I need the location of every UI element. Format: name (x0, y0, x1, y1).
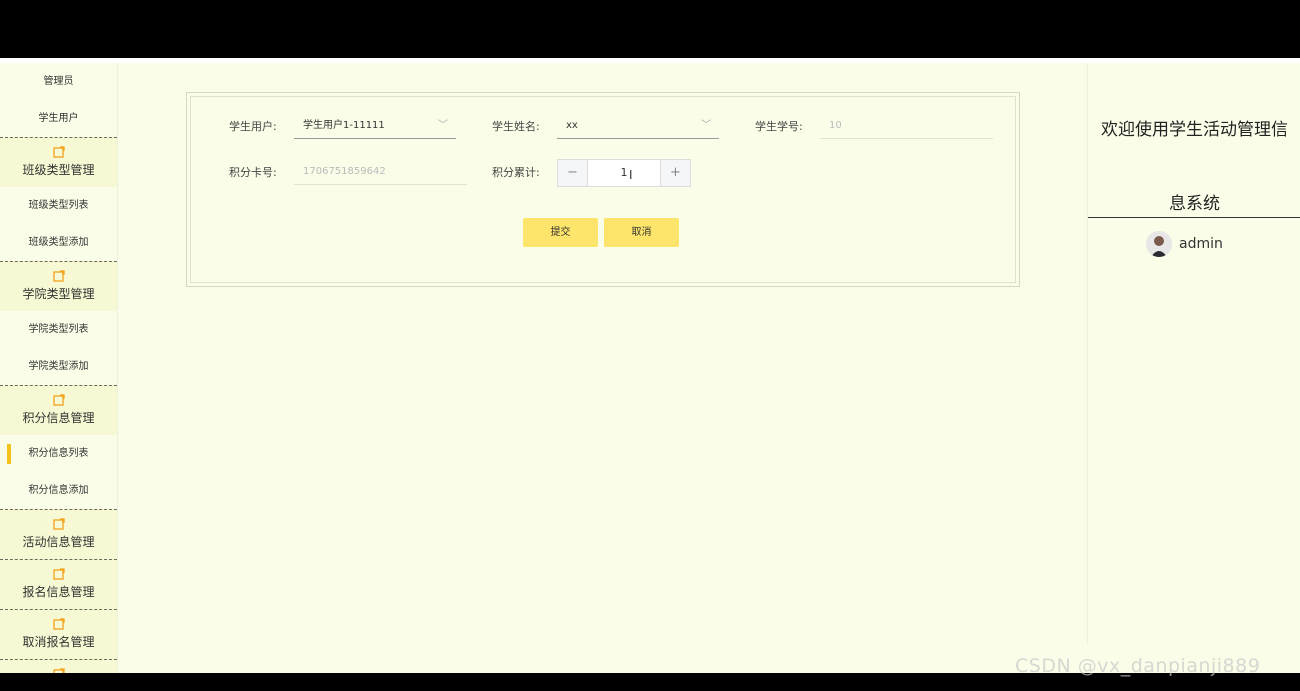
sidebar-group-signup-info[interactable]: 报名信息管理 (0, 559, 117, 609)
edit-icon (52, 394, 65, 406)
student-name-select[interactable]: xx ﹀ (557, 113, 719, 139)
sidebar-group-class-type[interactable]: 班级类型管理 (0, 137, 117, 187)
sidebar-item-points-info-add[interactable]: 积分信息添加 (0, 472, 117, 509)
card-no-label: 积分卡号: (229, 166, 277, 179)
user-avatar-icon (1146, 231, 1172, 257)
cancel-button[interactable]: 取消 (604, 218, 679, 247)
points-label: 积分累计: (492, 166, 540, 179)
text-cursor-icon: I (629, 168, 633, 182)
edit-icon (52, 270, 65, 282)
sidebar-group-label: 班级类型管理 (22, 163, 95, 177)
decrement-button[interactable]: − (558, 160, 588, 186)
edit-icon (52, 618, 65, 630)
sidebar-group-label: 积分信息管理 (22, 411, 95, 425)
avatar[interactable] (1146, 231, 1172, 257)
watermark: CSDN @vx_danpianji889 (1015, 655, 1261, 677)
student-user-value: 学生用户1-11111 (303, 120, 385, 131)
welcome-panel: 欢迎使用学生活动管理信 息系统 admin (1087, 63, 1300, 643)
card-no-value: 1706751859642 (303, 166, 386, 177)
increment-button[interactable]: + (660, 160, 690, 186)
card-no-field[interactable]: 1706751859642 (294, 159, 467, 185)
sidebar: 管理员 学生用户 班级类型管理 班级类型列表 班级类型添加 学院类型管理 学院类… (0, 63, 118, 673)
sidebar-item-college-type-add[interactable]: 学院类型添加 (0, 348, 117, 385)
sidebar-item-college-type-list[interactable]: 学院类型列表 (0, 311, 117, 348)
sidebar-item-admin[interactable]: 管理员 (0, 63, 117, 100)
submit-button[interactable]: 提交 (523, 218, 598, 247)
student-no-label: 学生学号: (755, 120, 803, 133)
sidebar-group-label: 报名信息管理 (22, 585, 95, 599)
sidebar-item-points-info-list[interactable]: 积分信息列表 (0, 435, 117, 472)
sidebar-item-class-type-list[interactable]: 班级类型列表 (0, 187, 117, 224)
screen-top-bar (0, 0, 1300, 58)
sidebar-group-cancel-signup[interactable]: 取消报名管理 (0, 609, 117, 659)
sidebar-group-label: 取消报名管理 (22, 635, 95, 649)
edit-icon (52, 568, 65, 580)
student-user-select[interactable]: 学生用户1-11111 ﹀ (294, 113, 456, 139)
chevron-down-icon: ﹀ (701, 120, 711, 131)
sidebar-group-label: 学院类型管理 (22, 287, 95, 301)
sidebar-group-more[interactable] (0, 659, 117, 673)
username[interactable]: admin (1179, 236, 1223, 252)
sidebar-group-label: 活动信息管理 (22, 535, 95, 549)
sidebar-group-activity-info[interactable]: 活动信息管理 (0, 509, 117, 559)
chevron-down-icon: ﹀ (438, 120, 448, 131)
welcome-title: 欢迎使用学生活动管理信 息系统 (1101, 120, 1288, 214)
edit-icon (52, 146, 65, 158)
sidebar-group-points-info[interactable]: 积分信息管理 (0, 385, 117, 435)
student-name-value: xx (566, 120, 578, 131)
student-no-field[interactable]: 10 (820, 113, 993, 139)
student-no-value: 10 (829, 120, 842, 131)
points-input[interactable]: 1 (588, 160, 660, 186)
sidebar-item-student-user[interactable]: 学生用户 (0, 100, 117, 137)
student-user-label: 学生用户: (229, 120, 277, 133)
points-stepper[interactable]: − 1 + (557, 159, 691, 187)
student-name-label: 学生姓名: (492, 120, 540, 133)
sidebar-group-college-type[interactable]: 学院类型管理 (0, 261, 117, 311)
sidebar-item-class-type-add[interactable]: 班级类型添加 (0, 224, 117, 261)
edit-icon (52, 518, 65, 530)
